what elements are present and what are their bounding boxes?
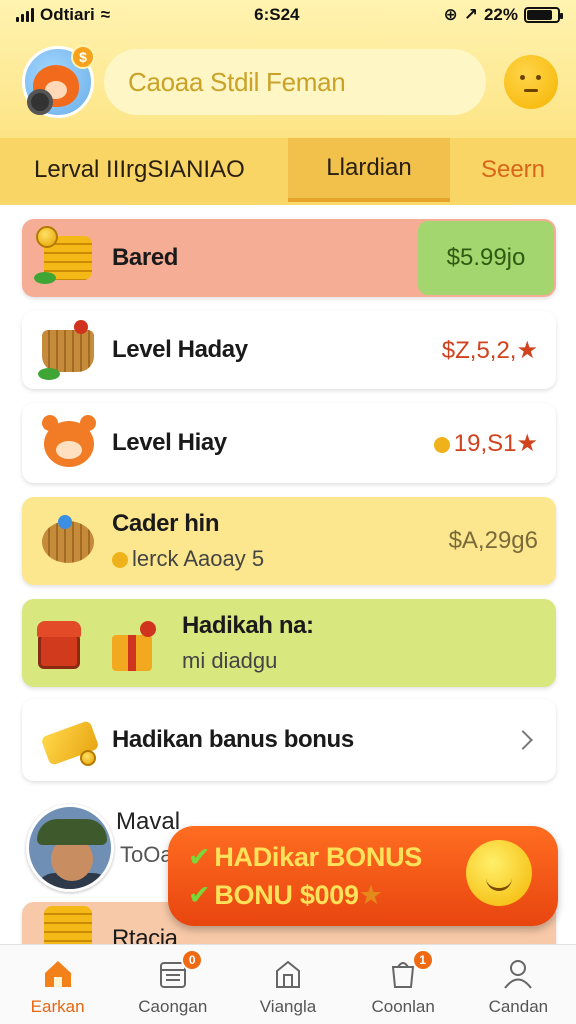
nav-label: Coonlan bbox=[371, 997, 435, 1016]
bonus-line-2: ✔ BONU $009★ bbox=[188, 876, 422, 914]
list-item-title: Hadikah na: bbox=[182, 612, 314, 639]
ticket-icon bbox=[34, 708, 104, 772]
carrier-name: Odtiari bbox=[40, 5, 95, 24]
user-subtitle: ToOa bbox=[120, 842, 173, 867]
lemon-mascot-icon bbox=[466, 840, 532, 906]
shop-icon bbox=[275, 960, 300, 988]
star-icon: ★ bbox=[358, 880, 383, 910]
list-item-value-wrap: 19,S1★ bbox=[433, 429, 556, 458]
smiley-face-icon[interactable] bbox=[504, 55, 558, 109]
tab-seern[interactable]: Seern bbox=[450, 138, 576, 202]
nav-item-viangla[interactable]: Viangla bbox=[230, 945, 345, 1024]
user-name: Maval bbox=[116, 808, 181, 835]
status-left: Odtiari ≈ bbox=[16, 5, 110, 25]
nav-label: Viangla bbox=[259, 997, 317, 1016]
check-icon: ✔ bbox=[188, 842, 211, 872]
search-input[interactable]: Caoaa Stdil Feman bbox=[104, 49, 486, 115]
nav-label: Candan bbox=[488, 997, 549, 1016]
list-item-cader-hin[interactable]: Cader hin lerck Aaoay 5 $A,29g6 bbox=[22, 497, 556, 585]
list-item-text: Level Hiay bbox=[112, 429, 434, 457]
bonus-lines: ✔ HADikar BONUS ✔ BONU $009★ bbox=[168, 838, 422, 914]
list-item-title: Bared bbox=[112, 244, 179, 271]
list-item-level-hiay[interactable]: Level Hiay 19,S1★ bbox=[22, 403, 556, 483]
user-avatar[interactable] bbox=[26, 804, 114, 892]
wifi-icon: ≈ bbox=[100, 5, 111, 24]
signal-icon bbox=[16, 8, 34, 22]
nav-item-caongan[interactable]: 0 Caongan bbox=[115, 945, 230, 1024]
wheel-icon bbox=[27, 89, 53, 115]
tab-bar: Lerval IIIrgSIANIAO Llardian Seern bbox=[0, 138, 576, 202]
list-item-level-haday[interactable]: Level Haday $Z,5,2,★ bbox=[22, 311, 556, 389]
list-item-subtitle: lerck Aaoay 5 bbox=[112, 546, 449, 572]
bonus-line-1-text: HADikar BONUS bbox=[214, 842, 422, 872]
tab-llardian[interactable]: Llardian bbox=[288, 138, 450, 202]
home-icon bbox=[44, 961, 71, 987]
list-item-text: Hadikah na: mi diadgu bbox=[182, 612, 556, 674]
arrow-icon: ↗ bbox=[463, 5, 478, 24]
list-item-bared[interactable]: Bared $5.99jo bbox=[22, 219, 556, 297]
gift-chest-icon bbox=[34, 611, 174, 675]
list-item-subtitle: mi diadgu bbox=[182, 648, 278, 673]
list-item-text: Hadikan banus bonus bbox=[112, 726, 516, 754]
list-item-value: 19,S1★ bbox=[453, 429, 538, 457]
location-icon: ⊕ bbox=[443, 5, 458, 24]
basket-icon bbox=[34, 318, 104, 382]
battery-percent: 22% bbox=[483, 5, 518, 24]
status-right: ⊕ ↗ 22% bbox=[443, 5, 563, 25]
nav-item-coonlan[interactable]: 1 Coonlan bbox=[346, 945, 461, 1024]
notification-badge: 1 bbox=[411, 949, 434, 971]
list-item-value: $5.99jo bbox=[418, 221, 554, 295]
coin-stack-icon bbox=[34, 226, 104, 290]
bonus-line-1: ✔ HADikar BONUS bbox=[188, 838, 422, 876]
list-item-title: Level Haday bbox=[112, 336, 248, 363]
battery-icon bbox=[523, 7, 563, 23]
nav-item-home[interactable]: Earkan bbox=[0, 945, 115, 1024]
list-item-title: Hadikan banus bonus bbox=[112, 726, 354, 753]
person-icon bbox=[504, 960, 533, 989]
status-bar: Odtiari ≈ 6:S24 ⊕ ↗ 22% bbox=[0, 0, 576, 30]
tab-level[interactable]: Lerval IIIrgSIANIAO bbox=[0, 138, 288, 202]
nav-label: Caongan bbox=[138, 997, 208, 1016]
list-item-text: Level Haday bbox=[112, 336, 442, 364]
list-item-hadikan-bonus[interactable]: Hadikan banus bonus bbox=[22, 699, 556, 781]
nav-item-candan[interactable]: Candan bbox=[461, 945, 576, 1024]
list-item-hadikah[interactable]: Hadikah na: mi diadgu bbox=[22, 599, 556, 687]
list-item-value: $Z,5,2,★ bbox=[441, 336, 538, 364]
coin-badge: $ bbox=[71, 45, 95, 69]
bonus-banner-button[interactable]: ✔ HADikar BONUS ✔ BONU $009★ bbox=[168, 826, 558, 926]
list-item-title: Level Hiay bbox=[112, 429, 227, 456]
basket-icon bbox=[34, 509, 104, 573]
bonus-line-2-text: BONU $009 bbox=[214, 880, 359, 910]
coin-icon bbox=[112, 552, 128, 568]
coin-icon bbox=[433, 436, 450, 453]
list-item-value: $A,29g6 bbox=[448, 527, 538, 554]
profile-avatar[interactable]: $ bbox=[22, 45, 95, 118]
nav-label: Earkan bbox=[30, 997, 85, 1016]
notification-badge: 0 bbox=[181, 949, 204, 971]
chevron-right-icon[interactable] bbox=[513, 730, 533, 750]
check-icon: ✔ bbox=[188, 880, 211, 910]
status-time: 6:S24 bbox=[254, 5, 300, 24]
list-item-title: Cader hin bbox=[112, 510, 220, 537]
list-item-subtitle-text: lerck Aaoay 5 bbox=[132, 546, 265, 571]
bear-icon bbox=[34, 411, 104, 475]
list-item-text: Bared bbox=[112, 244, 418, 272]
app-header: $ Caoaa Stdil Feman bbox=[22, 42, 558, 122]
list-item-text: Cader hin lerck Aaoay 5 bbox=[112, 510, 449, 572]
bottom-navigation: Earkan 0 Caongan Viangla 1 Coonlan Canda… bbox=[0, 944, 576, 1024]
